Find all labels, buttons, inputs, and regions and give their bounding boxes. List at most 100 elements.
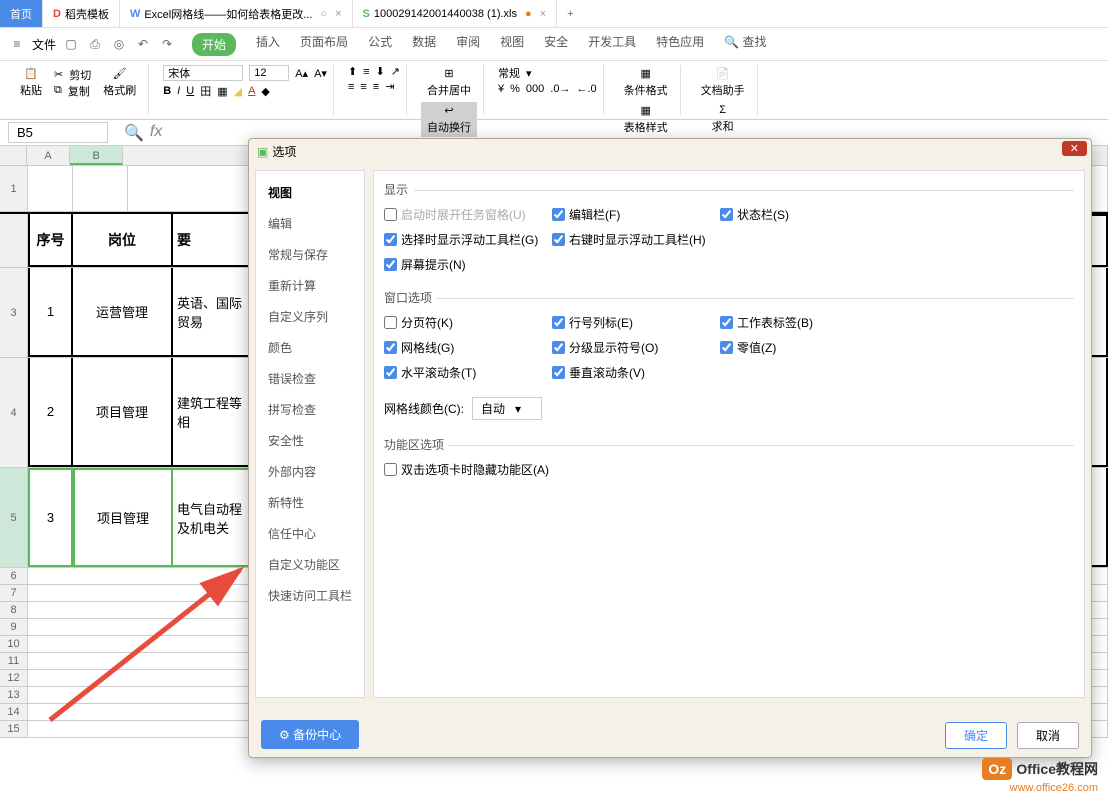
- size-select[interactable]: [249, 65, 289, 81]
- percent-icon[interactable]: %: [510, 83, 520, 95]
- table-style-button[interactable]: ▦表格样式: [618, 102, 674, 137]
- menu-layout[interactable]: 页面布局: [300, 33, 348, 56]
- sum-button[interactable]: Σ求和: [695, 102, 751, 136]
- row-header[interactable]: 7: [0, 585, 28, 601]
- cell-seq[interactable]: 3: [28, 468, 73, 567]
- cell[interactable]: [73, 166, 128, 211]
- number-format[interactable]: 常规: [498, 65, 520, 81]
- row-header[interactable]: [0, 214, 28, 267]
- row-header[interactable]: 9: [0, 619, 28, 635]
- align-top-icon[interactable]: ⬆: [348, 65, 357, 78]
- comma-icon[interactable]: 000: [526, 83, 544, 95]
- orientation-icon[interactable]: ↗: [391, 65, 400, 78]
- sidebar-item-recalc[interactable]: 重新计算: [256, 270, 364, 301]
- menu-formula[interactable]: 公式: [368, 33, 392, 56]
- highlight-button[interactable]: ◆: [261, 85, 269, 98]
- row-header[interactable]: 14: [0, 704, 28, 720]
- tab-doc-1[interactable]: WExcel网格线——如何给表格更改...○×: [120, 0, 353, 27]
- row-header[interactable]: 10: [0, 636, 28, 652]
- bold-button[interactable]: B: [163, 85, 171, 97]
- cancel-button[interactable]: 取消: [1017, 722, 1079, 749]
- fill-color-button[interactable]: ◢: [234, 85, 242, 98]
- opt-vscroll[interactable]: 垂直滚动条(V): [552, 364, 712, 381]
- cell-req[interactable]: 英语、国际贸易: [173, 268, 253, 357]
- save-icon[interactable]: ▢: [62, 35, 80, 53]
- paste-button[interactable]: 📋粘贴: [14, 65, 48, 100]
- menu-dev[interactable]: 开发工具: [588, 33, 636, 56]
- tab-home[interactable]: 首页: [0, 0, 43, 27]
- dec-decimal-icon[interactable]: ←.0: [576, 83, 596, 95]
- cell[interactable]: [28, 166, 73, 211]
- row-header[interactable]: 13: [0, 687, 28, 703]
- opt-screentips[interactable]: 屏幕提示(N): [384, 256, 544, 273]
- sidebar-item-error[interactable]: 错误检查: [256, 363, 364, 394]
- row-header[interactable]: 15: [0, 721, 28, 737]
- format-painter-button[interactable]: 🖌格式刷: [97, 65, 142, 100]
- border-button[interactable]: ▦: [217, 85, 227, 98]
- font-select[interactable]: [163, 65, 243, 81]
- tab-close-icon[interactable]: ×: [540, 8, 546, 20]
- fx-search-icon[interactable]: 🔍: [124, 123, 144, 143]
- menu-file[interactable]: 文件: [32, 36, 56, 53]
- menu-insert[interactable]: 插入: [256, 33, 280, 56]
- sidebar-item-view[interactable]: 视图: [256, 177, 364, 208]
- opt-pagebreak[interactable]: 分页符(K): [384, 314, 544, 331]
- opt-minibar-rc[interactable]: 右键时显示浮动工具栏(H): [552, 231, 712, 248]
- menu-hamburger-icon[interactable]: ≡: [8, 35, 26, 53]
- cell-req[interactable]: 电气自动程及机电关: [173, 468, 253, 567]
- cell-seq[interactable]: 1: [28, 268, 73, 357]
- ok-button[interactable]: 确定: [945, 722, 1007, 749]
- opt-statusbar[interactable]: 状态栏(S): [720, 206, 880, 223]
- row-header[interactable]: 6: [0, 568, 28, 584]
- th-req[interactable]: 要: [173, 214, 253, 267]
- align-right-icon[interactable]: ≡: [373, 81, 379, 93]
- col-header-b[interactable]: B: [70, 146, 123, 165]
- row-header[interactable]: 8: [0, 602, 28, 618]
- opt-outline[interactable]: 分级显示符号(O): [552, 339, 712, 356]
- align-mid-icon[interactable]: ≡: [363, 66, 369, 78]
- print-icon[interactable]: ⎙: [86, 35, 104, 53]
- currency-icon[interactable]: ¥: [498, 83, 504, 95]
- preview-icon[interactable]: ◎: [110, 35, 128, 53]
- opt-gridlines[interactable]: 网格线(G): [384, 339, 544, 356]
- sidebar-item-trust[interactable]: 信任中心: [256, 518, 364, 549]
- cond-format-button[interactable]: ▦条件格式: [618, 65, 674, 100]
- menu-start[interactable]: 开始: [192, 33, 236, 56]
- row-header[interactable]: 12: [0, 670, 28, 686]
- cell-pos[interactable]: 项目管理: [73, 358, 173, 467]
- cut-button[interactable]: 剪切: [69, 67, 91, 83]
- opt-formulabar[interactable]: 编辑栏(F): [552, 206, 712, 223]
- fx-icon[interactable]: fx: [150, 123, 162, 143]
- row-header[interactable]: 11: [0, 653, 28, 669]
- shrink-font-icon[interactable]: A▾: [314, 67, 327, 80]
- align-bot-icon[interactable]: ⬇: [376, 65, 385, 78]
- opt-hscroll[interactable]: 水平滚动条(T): [384, 364, 544, 381]
- opt-minibar-sel[interactable]: 选择时显示浮动工具栏(G): [384, 231, 544, 248]
- sidebar-item-series[interactable]: 自定义序列: [256, 301, 364, 332]
- copy-button[interactable]: 复制: [68, 83, 90, 99]
- undo-icon[interactable]: ↶: [134, 35, 152, 53]
- row-header[interactable]: 3: [0, 268, 28, 357]
- align-left-icon[interactable]: ≡: [348, 81, 354, 93]
- row-header[interactable]: 1: [0, 166, 28, 211]
- menu-special[interactable]: 特色应用: [656, 33, 704, 56]
- italic-button[interactable]: I: [177, 85, 180, 97]
- tab-add[interactable]: +: [557, 4, 583, 24]
- redo-icon[interactable]: ↷: [158, 35, 176, 53]
- wrap-button[interactable]: ↩自动换行: [421, 102, 477, 137]
- row-header[interactable]: 4: [0, 358, 28, 467]
- row-header[interactable]: 5: [0, 468, 28, 567]
- font-color-button[interactable]: A: [248, 85, 255, 97]
- indent-icon[interactable]: ⇥: [385, 80, 394, 93]
- th-seq[interactable]: 序号: [28, 214, 73, 267]
- menu-review[interactable]: 审阅: [456, 33, 480, 56]
- sidebar-item-edit[interactable]: 编辑: [256, 208, 364, 239]
- grow-font-icon[interactable]: A▴: [295, 67, 308, 80]
- tab-doc-2[interactable]: S100029142001440038 (1).xls●×: [353, 0, 558, 27]
- sidebar-item-customize[interactable]: 自定义功能区: [256, 549, 364, 580]
- opt-zero[interactable]: 零值(Z): [720, 339, 880, 356]
- strike-button[interactable]: 田: [200, 83, 211, 99]
- tab-docer[interactable]: D稻壳模板: [43, 0, 120, 27]
- align-center-icon[interactable]: ≡: [360, 81, 366, 93]
- cell-pos[interactable]: 运营管理: [73, 268, 173, 357]
